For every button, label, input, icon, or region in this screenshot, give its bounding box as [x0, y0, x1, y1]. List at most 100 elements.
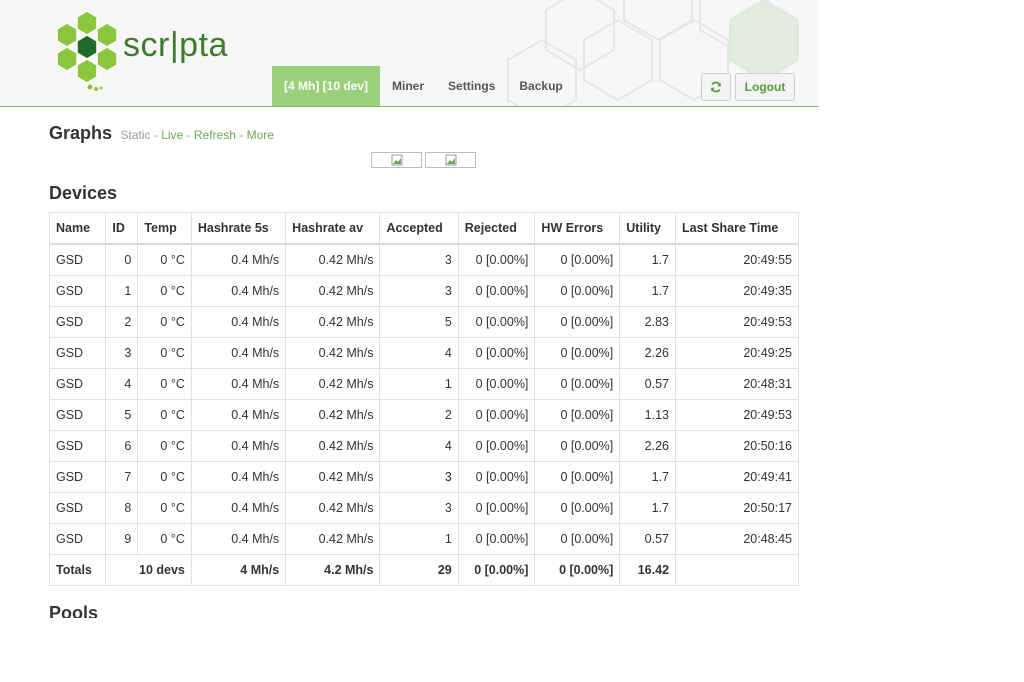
- cell-accepted: 3: [379, 492, 459, 524]
- totals-row: Totals 10 devs 4 Mh/s 4.2 Mh/s 29 0 [0.00%] 0 …: [48, 554, 799, 586]
- cell-rejected: 0 [0.00%]: [457, 492, 536, 524]
- column-header-last-share-time: Last Share Time: [675, 212, 799, 245]
- cell-utility: 2.83: [619, 306, 677, 338]
- cell-hw-errors: 0 [0.00%]: [534, 306, 621, 338]
- refresh-icon: [711, 81, 721, 93]
- cell-rejected: 0 [0.00%]: [457, 275, 536, 307]
- graphs-refresh-link[interactable]: Refresh: [194, 128, 236, 142]
- cell-last-share-time: 20:48:31: [675, 368, 799, 400]
- graph-image-2: [425, 152, 476, 168]
- totals-devs: 10 devs: [105, 554, 192, 586]
- cell-hashrate-5s: 0.4 Mh/s: [190, 306, 287, 338]
- cell-hw-errors: 0 [0.00%]: [534, 492, 621, 524]
- refresh-button[interactable]: [701, 73, 731, 101]
- cell-last-share-time: 20:50:16: [675, 430, 799, 462]
- cell-name: GSD: [48, 243, 107, 276]
- broken-image-icon: [445, 154, 456, 166]
- column-header-id: ID: [105, 212, 139, 245]
- cell-hw-errors: 0 [0.00%]: [534, 523, 621, 555]
- cell-name: GSD: [48, 337, 107, 369]
- separator: -: [239, 128, 244, 142]
- column-header-name: Name: [48, 212, 107, 245]
- cell-id: 4: [105, 368, 139, 400]
- cell-hw-errors: 0 [0.00%]: [534, 368, 621, 400]
- broken-image-icon: [391, 154, 402, 166]
- cell-id: 7: [105, 461, 139, 493]
- cell-accepted: 3: [379, 461, 459, 493]
- column-header-accepted: Accepted: [379, 212, 459, 245]
- cell-id: 0: [105, 243, 139, 276]
- cell-hashrate-av: 0.42 Mh/s: [285, 399, 381, 431]
- nav-status-summary[interactable]: [4 Mh] [10 dev]: [272, 66, 381, 106]
- cell-id: 6: [105, 430, 139, 462]
- cell-hw-errors: 0 [0.00%]: [534, 275, 621, 307]
- scripta-logo-icon: [56, 10, 118, 91]
- cell-last-share-time: 20:50:17: [675, 492, 799, 524]
- cell-hashrate-av: 0.42 Mh/s: [285, 243, 381, 276]
- cell-temp: 0 °C: [137, 337, 192, 369]
- cell-hashrate-5s: 0.4 Mh/s: [190, 399, 287, 431]
- cell-hashrate-av: 0.42 Mh/s: [285, 492, 381, 524]
- cell-utility: 1.7: [619, 492, 677, 524]
- cell-temp: 0 °C: [137, 492, 192, 524]
- cell-utility: 2.26: [619, 337, 677, 369]
- cell-rejected: 0 [0.00%]: [457, 461, 536, 493]
- cell-last-share-time: 20:49:53: [675, 399, 799, 431]
- table-row: GSD 8 0 °C 0.4 Mh/s 0.42 Mh/s 3 0 [0.00%] 0 [0.…: [48, 492, 799, 524]
- totals-hashrate-5s: 4 Mh/s: [190, 554, 287, 586]
- cell-temp: 0 °C: [137, 243, 192, 276]
- cell-temp: 0 °C: [137, 399, 192, 431]
- column-header-utility: Utility: [619, 212, 677, 245]
- cell-utility: 1.13: [619, 399, 677, 431]
- cell-rejected: 0 [0.00%]: [457, 306, 536, 338]
- devices-table: Name ID Temp Hashrate 5s Hashrate av Accepted…: [48, 212, 799, 586]
- cell-hashrate-5s: 0.4 Mh/s: [190, 243, 287, 276]
- graphs-static-label: Static: [120, 128, 151, 142]
- page-viewport: scr|pta [4 Mh] [10 dev] Miner Settings B…: [0, 0, 819, 618]
- cell-hashrate-5s: 0.4 Mh/s: [190, 461, 287, 493]
- totals-label: Totals: [48, 554, 107, 586]
- cell-hw-errors: 0 [0.00%]: [534, 337, 621, 369]
- cell-hw-errors: 0 [0.00%]: [534, 399, 621, 431]
- table-row: GSD 9 0 °C 0.4 Mh/s 0.42 Mh/s 1 0 [0.00%] 0 [0.…: [48, 523, 799, 555]
- cell-id: 3: [105, 337, 139, 369]
- nav-settings[interactable]: Settings: [436, 66, 507, 106]
- cell-hashrate-av: 0.42 Mh/s: [285, 306, 381, 338]
- cell-last-share-time: 20:49:53: [675, 306, 799, 338]
- nav-miner[interactable]: Miner: [380, 66, 436, 106]
- cell-hashrate-av: 0.42 Mh/s: [285, 461, 381, 493]
- nav-backup[interactable]: Backup: [507, 66, 574, 106]
- totals-rejected: 0 [0.00%]: [457, 554, 536, 586]
- column-header-rejected: Rejected: [457, 212, 536, 245]
- cell-last-share-time: 20:49:41: [675, 461, 799, 493]
- cell-temp: 0 °C: [137, 275, 192, 307]
- cell-hashrate-5s: 0.4 Mh/s: [190, 492, 287, 524]
- cell-name: GSD: [48, 430, 107, 462]
- cell-temp: 0 °C: [137, 430, 192, 462]
- cell-hashrate-5s: 0.4 Mh/s: [190, 337, 287, 369]
- cell-accepted: 5: [379, 306, 459, 338]
- cell-hashrate-av: 0.42 Mh/s: [285, 523, 381, 555]
- column-header-hashrate-av: Hashrate av: [285, 212, 381, 245]
- cell-hashrate-av: 0.42 Mh/s: [285, 275, 381, 307]
- table-header-row: Name ID Temp Hashrate 5s Hashrate av Accepted…: [48, 212, 799, 245]
- graphs-live-link[interactable]: Live: [161, 128, 183, 142]
- column-header-temp: Temp: [137, 212, 192, 245]
- cell-rejected: 0 [0.00%]: [457, 523, 536, 555]
- cell-utility: 0.57: [619, 368, 677, 400]
- cell-name: GSD: [48, 492, 107, 524]
- logout-button[interactable]: Logout: [735, 73, 795, 101]
- main-nav: [4 Mh] [10 dev] Miner Settings Backup: [272, 66, 575, 106]
- cell-hashrate-5s: 0.4 Mh/s: [190, 523, 287, 555]
- separator: -: [186, 128, 191, 142]
- cell-rejected: 0 [0.00%]: [457, 337, 536, 369]
- cell-hashrate-5s: 0.4 Mh/s: [190, 275, 287, 307]
- totals-accepted: 29: [379, 554, 459, 586]
- separator: -: [153, 128, 158, 142]
- graphs-more-link[interactable]: More: [247, 128, 274, 142]
- graphs-title: Graphs: [49, 123, 113, 143]
- cell-temp: 0 °C: [137, 523, 192, 555]
- table-row: GSD 6 0 °C 0.4 Mh/s 0.42 Mh/s 4 0 [0.00%] 0 [0.…: [48, 430, 799, 462]
- cell-name: GSD: [48, 368, 107, 400]
- table-row: GSD 7 0 °C 0.4 Mh/s 0.42 Mh/s 3 0 [0.00%] 0 [0.…: [48, 461, 799, 493]
